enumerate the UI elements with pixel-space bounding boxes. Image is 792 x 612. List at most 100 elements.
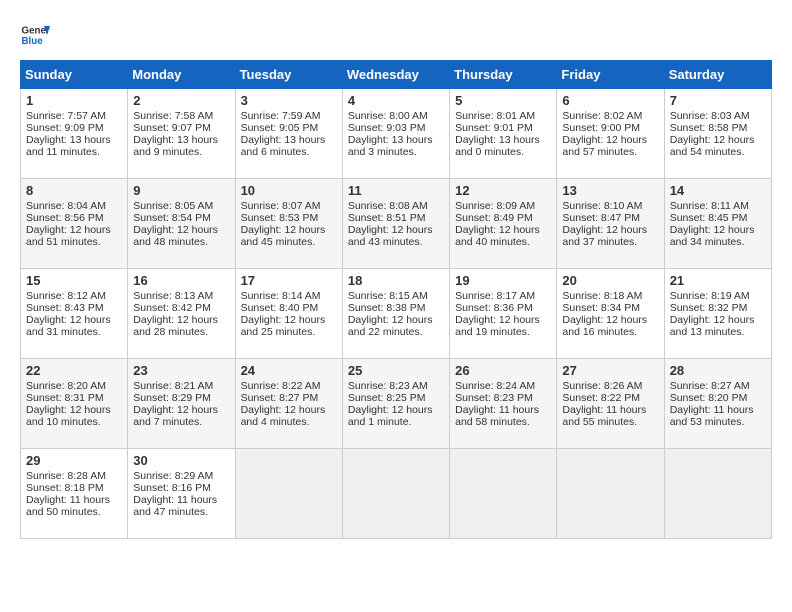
day-cell: 30Sunrise: 8:29 AMSunset: 8:16 PMDayligh… <box>128 449 235 539</box>
sunset: Sunset: 8:25 PM <box>348 392 426 404</box>
day-cell <box>235 449 342 539</box>
sunrise: Sunrise: 8:05 AM <box>133 200 213 212</box>
day-number: 18 <box>348 273 444 288</box>
daylight-label: Daylight: 11 hours and 53 minutes. <box>670 404 754 428</box>
sunrise: Sunrise: 8:28 AM <box>26 470 106 482</box>
day-cell: 21Sunrise: 8:19 AMSunset: 8:32 PMDayligh… <box>664 269 771 359</box>
daylight-label: Daylight: 13 hours and 9 minutes. <box>133 134 218 158</box>
daylight-label: Daylight: 13 hours and 3 minutes. <box>348 134 433 158</box>
day-number: 6 <box>562 93 658 108</box>
day-cell: 4Sunrise: 8:00 AMSunset: 9:03 PMDaylight… <box>342 89 449 179</box>
sunrise: Sunrise: 8:03 AM <box>670 110 750 122</box>
sunset: Sunset: 8:42 PM <box>133 302 211 314</box>
daylight-label: Daylight: 12 hours and 54 minutes. <box>670 134 755 158</box>
day-number: 8 <box>26 183 122 198</box>
day-cell: 8 Sunrise: 8:04 AMSunset: 8:56 PMDaylight… <box>21 179 128 269</box>
day-number: 11 <box>348 183 444 198</box>
day-cell: 2Sunrise: 7:58 AMSunset: 9:07 PMDaylight… <box>128 89 235 179</box>
sunrise: Sunrise: 7:59 AM <box>241 110 321 122</box>
sunrise: Sunrise: 8:04 AM <box>26 200 106 212</box>
daylight-label: Daylight: 12 hours and 1 minute. <box>348 404 433 428</box>
sunset: Sunset: 9:05 PM <box>241 122 319 134</box>
col-header-monday: Monday <box>128 61 235 89</box>
day-cell: 19Sunrise: 8:17 AMSunset: 8:36 PMDayligh… <box>450 269 557 359</box>
day-number: 26 <box>455 363 551 378</box>
day-cell: 27Sunrise: 8:26 AMSunset: 8:22 PMDayligh… <box>557 359 664 449</box>
sunset: Sunset: 9:03 PM <box>348 122 426 134</box>
day-number: 9 <box>133 183 229 198</box>
daylight-label: Daylight: 12 hours and 48 minutes. <box>133 224 218 248</box>
day-cell: 20Sunrise: 8:18 AMSunset: 8:34 PMDayligh… <box>557 269 664 359</box>
day-number: 24 <box>241 363 337 378</box>
col-header-wednesday: Wednesday <box>342 61 449 89</box>
day-cell: 15Sunrise: 8:12 AMSunset: 8:43 PMDayligh… <box>21 269 128 359</box>
header-row: SundayMondayTuesdayWednesdayThursdayFrid… <box>21 61 772 89</box>
day-cell: 23Sunrise: 8:21 AMSunset: 8:29 PMDayligh… <box>128 359 235 449</box>
day-number: 13 <box>562 183 658 198</box>
day-cell: 26Sunrise: 8:24 AMSunset: 8:23 PMDayligh… <box>450 359 557 449</box>
sunrise: Sunrise: 8:11 AM <box>670 200 749 212</box>
sunset: Sunset: 8:31 PM <box>26 392 104 404</box>
day-cell <box>342 449 449 539</box>
daylight-label: Daylight: 12 hours and 37 minutes. <box>562 224 647 248</box>
week-row-2: 8Sunrise: 8:04 AMSunset: 8:56 PMDaylight… <box>21 179 772 269</box>
day-number: 17 <box>241 273 337 288</box>
sunset: Sunset: 8:53 PM <box>241 212 319 224</box>
day-number: 30 <box>133 453 229 468</box>
week-row-5: 29Sunrise: 8:28 AMSunset: 8:18 PMDayligh… <box>21 449 772 539</box>
sunrise: Sunrise: 7:57 AM <box>26 110 106 122</box>
sunset: Sunset: 8:27 PM <box>241 392 319 404</box>
daylight-label: Daylight: 12 hours and 19 minutes. <box>455 314 540 338</box>
daylight-label: Daylight: 12 hours and 4 minutes. <box>241 404 326 428</box>
day-cell: 6Sunrise: 8:02 AMSunset: 9:00 PMDaylight… <box>557 89 664 179</box>
day-number: 16 <box>133 273 229 288</box>
day-number: 4 <box>348 93 444 108</box>
sunset: Sunset: 8:58 PM <box>670 122 748 134</box>
sunrise: Sunrise: 8:09 AM <box>455 200 535 212</box>
sunrise: Sunrise: 8:27 AM <box>670 380 750 392</box>
day-cell <box>664 449 771 539</box>
day-number: 7 <box>670 93 766 108</box>
sunrise: Sunrise: 8:10 AM <box>562 200 642 212</box>
sunrise: Sunrise: 8:22 AM <box>241 380 321 392</box>
daylight-label: Daylight: 12 hours and 13 minutes. <box>670 314 755 338</box>
col-header-sunday: Sunday <box>21 61 128 89</box>
sunset: Sunset: 9:00 PM <box>562 122 640 134</box>
day-cell: 28Sunrise: 8:27 AMSunset: 8:20 PMDayligh… <box>664 359 771 449</box>
day-cell <box>450 449 557 539</box>
day-number: 2 <box>133 93 229 108</box>
logo-icon: General Blue <box>20 20 50 50</box>
day-cell <box>557 449 664 539</box>
sunrise: Sunrise: 8:19 AM <box>670 290 750 302</box>
sunset: Sunset: 8:49 PM <box>455 212 533 224</box>
daylight-label: Daylight: 12 hours and 51 minutes. <box>26 224 111 248</box>
day-number: 5 <box>455 93 551 108</box>
sunrise: Sunrise: 8:13 AM <box>133 290 213 302</box>
sunrise: Sunrise: 8:08 AM <box>348 200 428 212</box>
daylight-label: Daylight: 12 hours and 16 minutes. <box>562 314 647 338</box>
day-number: 25 <box>348 363 444 378</box>
day-cell: 3Sunrise: 7:59 AMSunset: 9:05 PMDaylight… <box>235 89 342 179</box>
day-number: 20 <box>562 273 658 288</box>
sunset: Sunset: 8:54 PM <box>133 212 211 224</box>
day-number: 27 <box>562 363 658 378</box>
logo: General Blue <box>20 20 50 50</box>
sunrise: Sunrise: 8:02 AM <box>562 110 642 122</box>
sunset: Sunset: 8:43 PM <box>26 302 104 314</box>
sunset: Sunset: 8:38 PM <box>348 302 426 314</box>
day-cell: 25Sunrise: 8:23 AMSunset: 8:25 PMDayligh… <box>342 359 449 449</box>
col-header-thursday: Thursday <box>450 61 557 89</box>
col-header-saturday: Saturday <box>664 61 771 89</box>
sunset: Sunset: 8:22 PM <box>562 392 640 404</box>
day-number: 22 <box>26 363 122 378</box>
sunset: Sunset: 8:18 PM <box>26 482 104 494</box>
day-cell: 29Sunrise: 8:28 AMSunset: 8:18 PMDayligh… <box>21 449 128 539</box>
day-number: 19 <box>455 273 551 288</box>
sunset: Sunset: 8:29 PM <box>133 392 211 404</box>
day-number: 15 <box>26 273 122 288</box>
sunset: Sunset: 8:40 PM <box>241 302 319 314</box>
sunset: Sunset: 9:07 PM <box>133 122 211 134</box>
sunset: Sunset: 8:56 PM <box>26 212 104 224</box>
sunrise: Sunrise: 8:20 AM <box>26 380 106 392</box>
sunrise: Sunrise: 8:29 AM <box>133 470 213 482</box>
